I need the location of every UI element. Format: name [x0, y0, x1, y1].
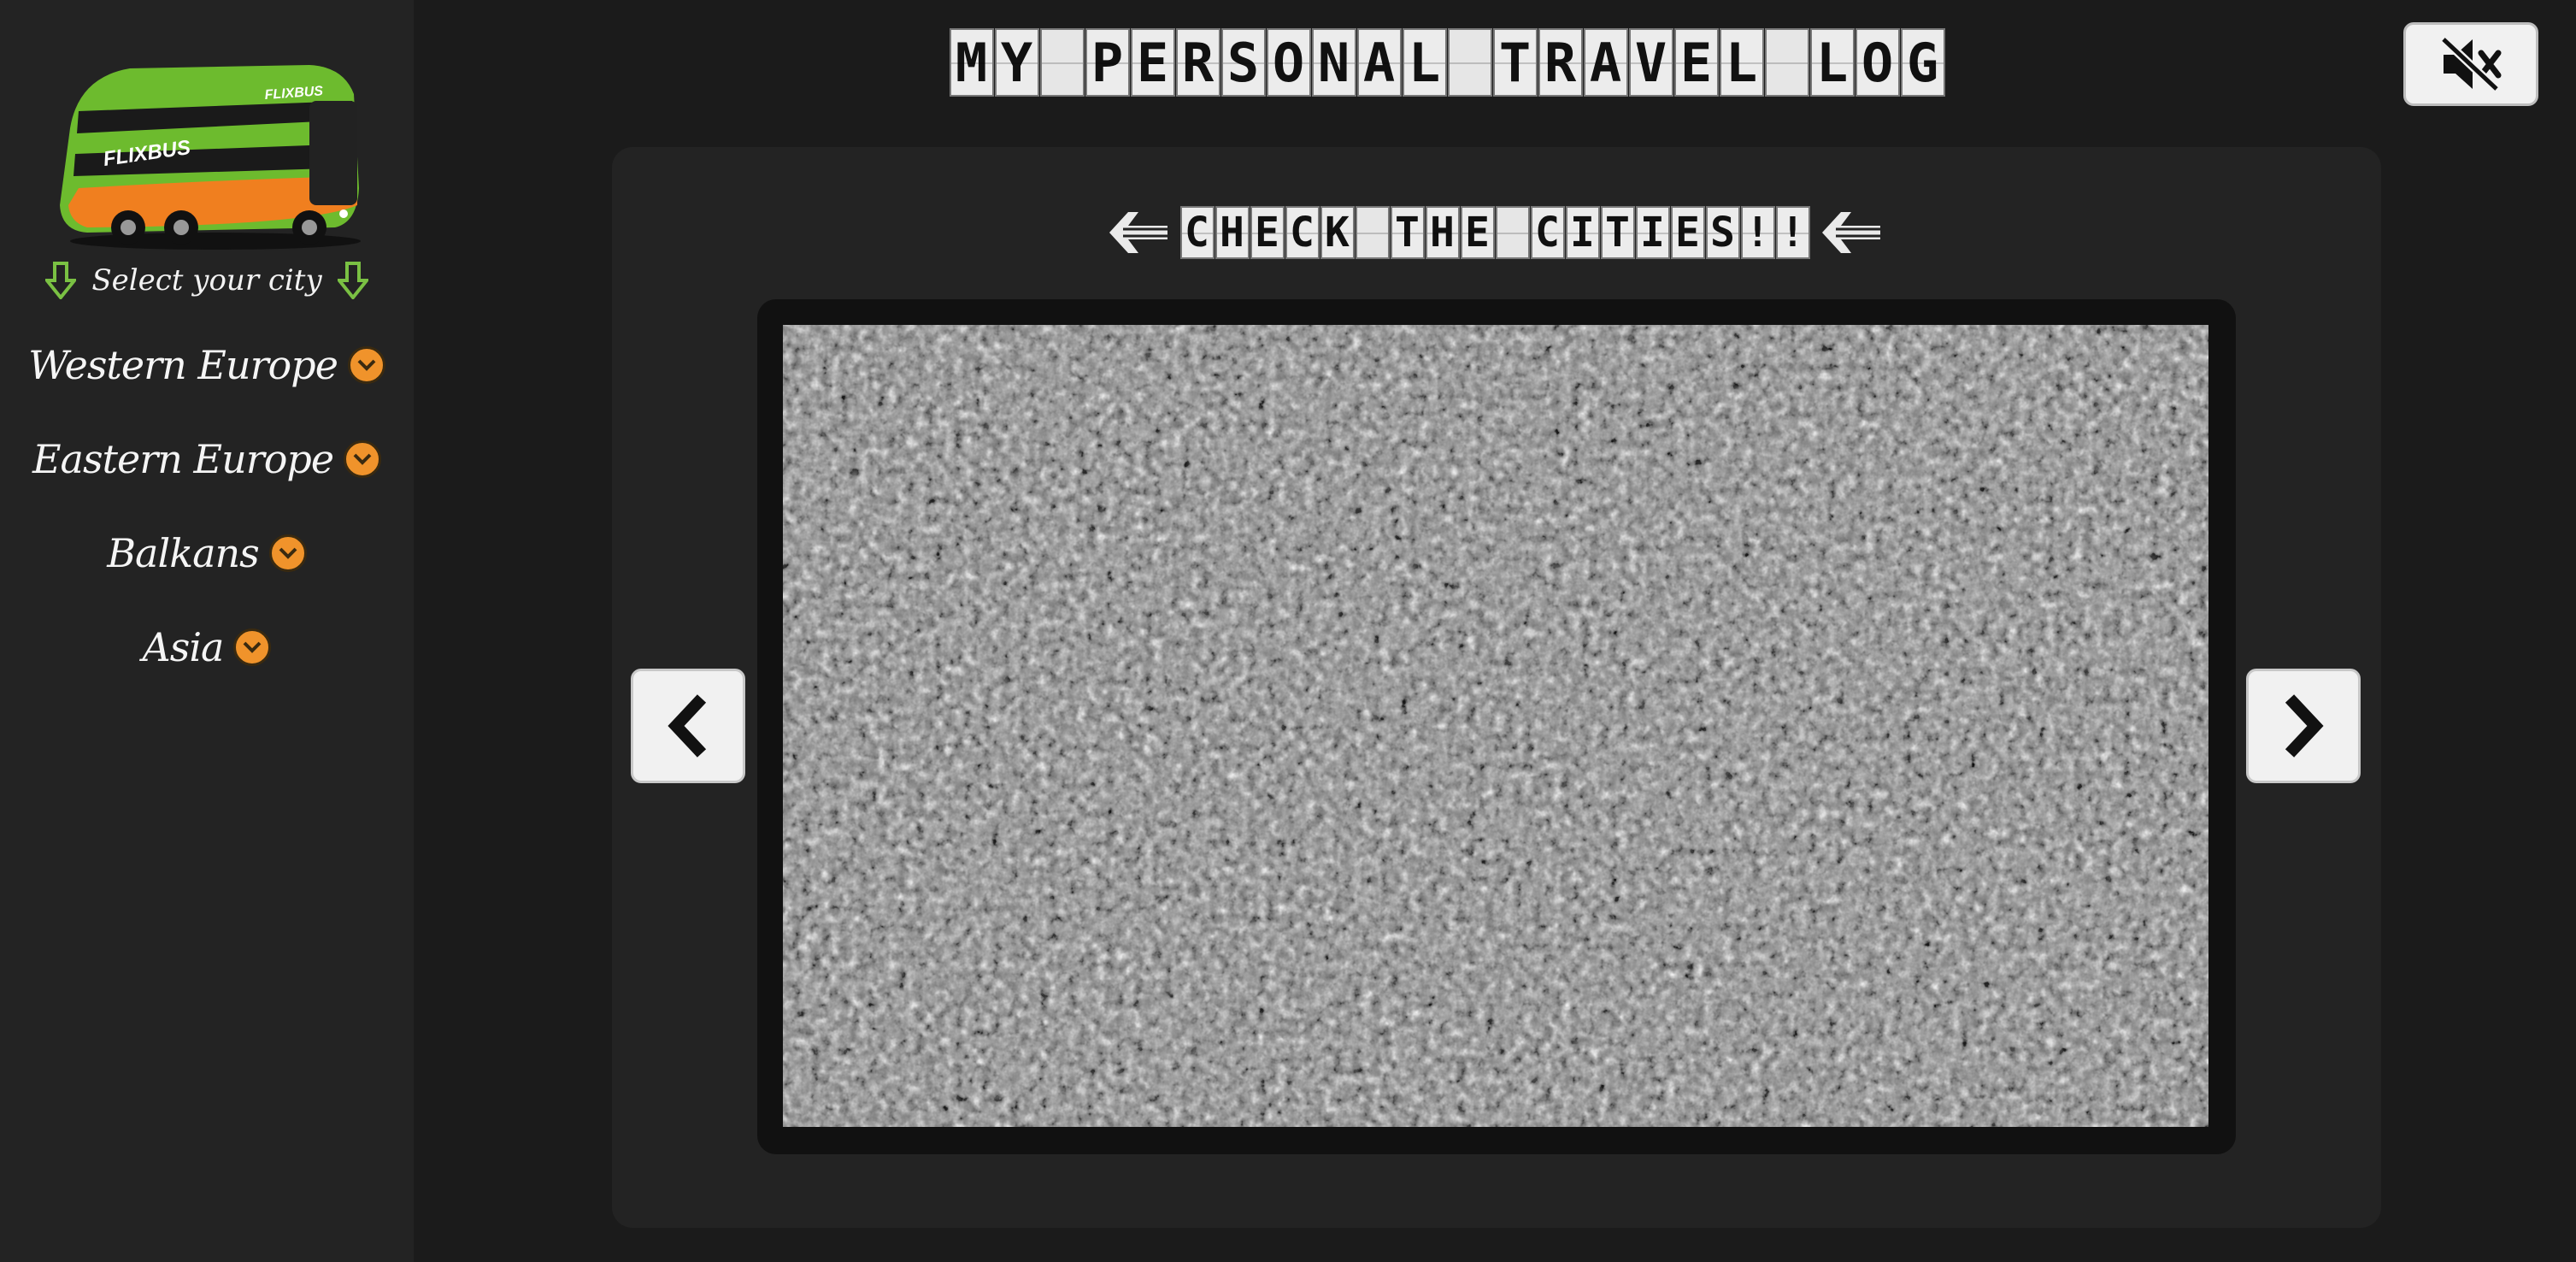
- board-letter-tile: !: [1775, 206, 1810, 259]
- check-cities-banner: C H E C K T H E C I T I E S!!: [1075, 202, 1914, 263]
- board-letter-tile: H: [1214, 206, 1250, 259]
- board-word: C I T I E S!!: [1530, 206, 1810, 259]
- board-space-tile: [1764, 28, 1809, 97]
- board-letter-tile: T: [1492, 28, 1538, 97]
- region-eastern-europe[interactable]: Eastern Europe: [0, 429, 414, 489]
- select-city-row: Select your city: [0, 257, 414, 304]
- board-letter-tile: O: [1266, 28, 1311, 97]
- board-letter-tile: L: [1719, 28, 1764, 97]
- board-letter-tile: E: [1670, 206, 1705, 259]
- arrow-left-icon: [1822, 212, 1880, 253]
- board-letter-tile: I: [1635, 206, 1670, 259]
- board-letter-tile: I: [1565, 206, 1600, 259]
- board-letter-tile: H: [1425, 206, 1460, 259]
- region-label: Eastern Europe: [32, 436, 334, 482]
- flixbus-logo-image: FLIXBUS FLIXBUS: [53, 60, 366, 257]
- board-letter-tile: K: [1320, 206, 1355, 259]
- chevron-down-icon: [268, 534, 307, 572]
- board-word: MY: [949, 28, 1039, 97]
- board-letter-tile: G: [1900, 28, 1945, 97]
- board-word: CHECK: [1179, 206, 1355, 259]
- board-word: PERSONAL: [1085, 28, 1447, 97]
- board-letter-tile: A: [1583, 28, 1628, 97]
- volume-mute-icon: [2438, 34, 2502, 94]
- board-letter-tile: T: [1390, 206, 1425, 259]
- next-button[interactable]: [2246, 669, 2361, 783]
- arrow-left-icon: [1109, 212, 1167, 253]
- board-letter-tile: M: [949, 28, 994, 97]
- board-letter-tile: C: [1285, 206, 1320, 259]
- chevron-down-icon: [233, 628, 272, 666]
- chevron-down-icon: [344, 440, 382, 478]
- board-letter-tile: S: [1220, 28, 1266, 97]
- static-noise-image: [783, 325, 2208, 1127]
- board-letter-tile: A: [1356, 28, 1402, 97]
- arrow-down-icon: [337, 262, 368, 299]
- region-balkans[interactable]: Balkans: [0, 523, 414, 583]
- board-letter-tile: C: [1179, 206, 1214, 259]
- board-letter-tile: S: [1705, 206, 1740, 259]
- board-word: TRAVEL: [1492, 28, 1764, 97]
- board-letter-tile: N: [1311, 28, 1356, 97]
- mute-button[interactable]: [2403, 22, 2538, 106]
- board-letter-tile: E: [1130, 28, 1175, 97]
- board-letter-tile: E: [1250, 206, 1285, 259]
- board-letter-tile: L: [1809, 28, 1855, 97]
- board-letter-tile: E: [1460, 206, 1495, 259]
- previous-button[interactable]: [631, 669, 745, 783]
- board-letter-tile: T: [1600, 206, 1635, 259]
- tv-static-screen: [783, 325, 2208, 1127]
- board-letter-tile: E: [1673, 28, 1719, 97]
- region-western-europe[interactable]: Western Europe: [0, 335, 414, 395]
- board-word: LOG: [1809, 28, 1945, 97]
- check-cities-title: C H E C K T H E C I T I E S!!: [1179, 206, 1810, 259]
- board-letter-tile: O: [1855, 28, 1900, 97]
- region-label: Asia: [142, 624, 225, 670]
- region-label: Balkans: [107, 530, 259, 576]
- chevron-right-icon: [2285, 694, 2324, 758]
- region-label: Western Europe: [28, 342, 338, 388]
- board-letter-tile: P: [1085, 28, 1130, 97]
- board-word: THE: [1390, 206, 1495, 259]
- board-space-tile: [1495, 206, 1530, 259]
- board-letter-tile: Y: [994, 28, 1039, 97]
- page-title: MYPERSONALTRAVELLOG: [944, 27, 1950, 97]
- board-letter-tile: !: [1740, 206, 1775, 259]
- board-letter-tile: L: [1402, 28, 1447, 97]
- board-space-tile: [1447, 28, 1492, 97]
- board-letter-tile: V: [1628, 28, 1673, 97]
- region-asia[interactable]: Asia: [0, 617, 414, 677]
- chevron-left-icon: [668, 694, 707, 758]
- board-space-tile: [1039, 28, 1085, 97]
- board-letter-tile: R: [1175, 28, 1220, 97]
- board-space-tile: [1355, 206, 1390, 259]
- board-letter-tile: R: [1538, 28, 1583, 97]
- select-city-label: Select your city: [91, 263, 322, 298]
- sidebar: FLIXBUS FLIXBUS Select your city Western…: [0, 0, 414, 1262]
- arrow-down-icon: [45, 262, 77, 299]
- chevron-down-icon: [347, 346, 385, 384]
- board-letter-tile: C: [1530, 206, 1565, 259]
